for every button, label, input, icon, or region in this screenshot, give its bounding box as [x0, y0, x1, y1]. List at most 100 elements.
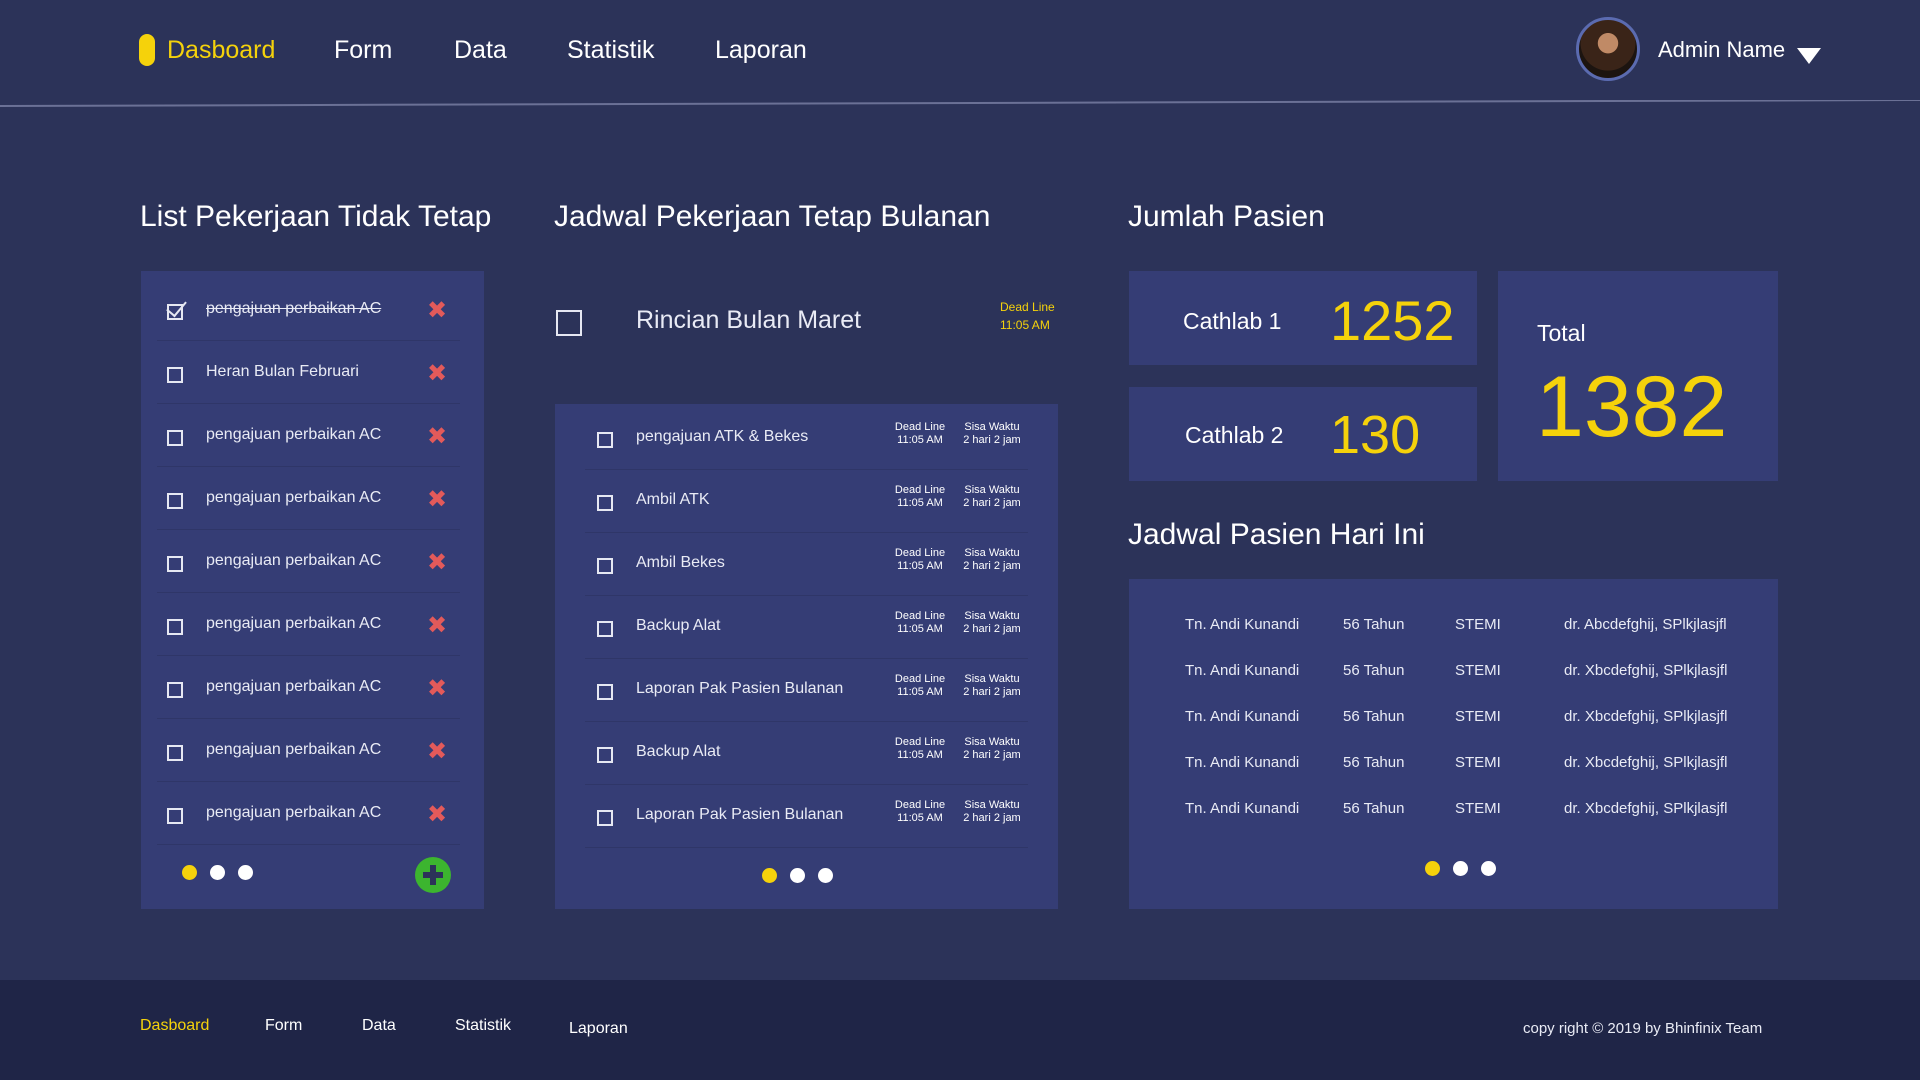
table-row[interactable]: Tn. Andi Kunandi 56 Tahun STEMI dr. Xbcdefg… [1160, 800, 1760, 830]
remaining-value: 2 hari 2 jam [963, 749, 1021, 761]
page-dot[interactable] [238, 865, 253, 880]
add-task-icon[interactable] [415, 857, 451, 893]
nav-item-form[interactable]: Form [334, 36, 392, 65]
todo-text: pengajuan perbaikan AC [206, 804, 382, 821]
todo-checkbox[interactable] [167, 304, 183, 320]
month-checkbox[interactable] [556, 310, 582, 336]
caret-down-icon[interactable] [1797, 48, 1821, 64]
page-dot[interactable] [210, 865, 225, 880]
patient-age: 56 Tahun [1343, 708, 1405, 725]
footer-nav-form[interactable]: Form [265, 1017, 302, 1035]
deadline-time: 11:05 AM [897, 434, 943, 446]
delete-icon[interactable]: ✖ [427, 614, 447, 638]
footer-nav-dasboard[interactable]: Dasboard [140, 1017, 209, 1035]
todo-text: pengajuan perbaikan AC [206, 552, 382, 569]
todo-item[interactable]: pengajuan perbaikan AC ✖ [157, 656, 460, 719]
remaining-label: Sisa Waktu [964, 799, 1020, 811]
schedule-checkbox[interactable] [597, 747, 613, 763]
todo-item[interactable]: pengajuan perbaikan AC ✖ [157, 782, 460, 845]
patient-age: 56 Tahun [1343, 662, 1405, 679]
schedule-checkbox[interactable] [597, 684, 613, 700]
todo-item[interactable]: pengajuan perbaikan AC ✖ [157, 719, 460, 782]
cathlab2-card [1129, 387, 1477, 481]
todo-checkbox[interactable] [167, 556, 183, 572]
table-row[interactable]: Tn. Andi Kunandi 56 Tahun STEMI dr. Xbcdefg… [1160, 708, 1760, 738]
schedule-item[interactable]: pengajuan ATK & Bekes Dead Line 11:05 AM Si… [585, 407, 1028, 470]
deadline-time: 11:05 AM [897, 560, 943, 572]
header-divider [0, 100, 1920, 107]
table-row[interactable]: Tn. Andi Kunandi 56 Tahun STEMI dr. Xbcdefg… [1160, 662, 1760, 692]
schedule-item[interactable]: Backup Alat Dead Line 11:05 AM Sisa Waktu 2 … [585, 722, 1028, 785]
schedule-item[interactable]: Laporan Pak Pasien Bulanan Dead Line 11:05… [585, 785, 1028, 848]
todo-item[interactable]: pengajuan perbaikan AC ✖ [157, 593, 460, 656]
nav-item-statistik[interactable]: Statistik [567, 36, 655, 65]
todo-pagination [182, 865, 253, 880]
page-dot[interactable] [1425, 861, 1440, 876]
schedule-item[interactable]: Laporan Pak Pasien Bulanan Dead Line 11:05… [585, 659, 1028, 722]
delete-icon[interactable]: ✖ [427, 362, 447, 386]
nav-item-data[interactable]: Data [454, 36, 507, 65]
todo-checkbox[interactable] [167, 430, 183, 446]
delete-icon[interactable]: ✖ [427, 740, 447, 764]
schedule-text: Backup Alat [636, 617, 721, 634]
schedule-checkbox[interactable] [597, 621, 613, 637]
todo-item[interactable]: pengajuan perbaikan AC ✖ [157, 404, 460, 467]
deadline-time: 11:05 AM [897, 623, 943, 635]
schedule-remaining: Sisa Waktu 2 hari 2 jam [957, 799, 1027, 825]
delete-icon[interactable]: ✖ [427, 425, 447, 449]
schedule-pagination [762, 868, 833, 883]
footer-nav-data[interactable]: Data [362, 1017, 396, 1035]
table-row[interactable]: Tn. Andi Kunandi 56 Tahun STEMI dr. Abcdefg… [1160, 616, 1760, 646]
deadline-time: 11:05 AM [897, 749, 943, 761]
page-dot[interactable] [790, 868, 805, 883]
todo-text: pengajuan perbaikan AC [206, 678, 382, 695]
footer-nav-laporan[interactable]: Laporan [569, 1020, 628, 1038]
todo-item[interactable]: pengajuan perbaikan AC ✖ [157, 530, 460, 593]
nav-item-dasboard[interactable]: Dasboard [167, 36, 275, 65]
total-value: 1382 [1536, 359, 1728, 455]
avatar[interactable] [1576, 17, 1640, 81]
nav-item-laporan[interactable]: Laporan [715, 36, 807, 65]
page-dot[interactable] [1453, 861, 1468, 876]
page-dot[interactable] [818, 868, 833, 883]
todo-checkbox[interactable] [167, 808, 183, 824]
page-dot[interactable] [762, 868, 777, 883]
schedule-deadline: Dead Line 11:05 AM [885, 610, 955, 636]
todo-checkbox[interactable] [167, 619, 183, 635]
todo-item[interactable]: pengajuan perbaikan AC ✖ [157, 278, 460, 341]
delete-icon[interactable]: ✖ [427, 551, 447, 575]
patient-diagnosis: STEMI [1455, 754, 1501, 771]
remaining-label: Sisa Waktu [964, 736, 1020, 748]
todo-checkbox[interactable] [167, 745, 183, 761]
footer-nav-statistik[interactable]: Statistik [455, 1017, 511, 1035]
schedule-item[interactable]: Backup Alat Dead Line 11:05 AM Sisa Waktu 2 … [585, 596, 1028, 659]
user-name[interactable]: Admin Name [1658, 37, 1785, 63]
page-dot[interactable] [1481, 861, 1496, 876]
todo-checkbox[interactable] [167, 682, 183, 698]
deadline-label: Dead Line [894, 736, 946, 748]
todo-text: pengajuan perbaikan AC [206, 300, 382, 317]
schedule-item[interactable]: Ambil ATK Dead Line 11:05 AM Sisa Waktu 2 ha… [585, 470, 1028, 533]
patient-doctor: dr. Abcdefghij, SPlkjlasjfl [1564, 616, 1727, 633]
patient-age: 56 Tahun [1343, 754, 1405, 771]
todo-checkbox[interactable] [167, 493, 183, 509]
delete-icon[interactable]: ✖ [427, 488, 447, 512]
cathlab2-label: Cathlab 2 [1185, 422, 1284, 448]
patient-age: 56 Tahun [1343, 616, 1405, 633]
table-row[interactable]: Tn. Andi Kunandi 56 Tahun STEMI dr. Xbcdefg… [1160, 754, 1760, 784]
schedule-checkbox[interactable] [597, 432, 613, 448]
delete-icon[interactable]: ✖ [427, 299, 447, 323]
schedule-checkbox[interactable] [597, 810, 613, 826]
patient-doctor: dr. Xbcdefghij, SPlkjlasjfl [1564, 800, 1728, 817]
schedule-checkbox[interactable] [597, 558, 613, 574]
delete-icon[interactable]: ✖ [427, 803, 447, 827]
page-dot[interactable] [182, 865, 197, 880]
todo-item[interactable]: Heran Bulan Februari ✖ [157, 341, 460, 404]
schedule-item[interactable]: Ambil Bekes Dead Line 11:05 AM Sisa Waktu 2 … [585, 533, 1028, 596]
todo-item[interactable]: pengajuan perbaikan AC ✖ [157, 467, 460, 530]
schedule-deadline: Dead Line 11:05 AM [885, 799, 955, 825]
delete-icon[interactable]: ✖ [427, 677, 447, 701]
todo-text: Heran Bulan Februari [206, 363, 359, 380]
todo-checkbox[interactable] [167, 367, 183, 383]
schedule-checkbox[interactable] [597, 495, 613, 511]
